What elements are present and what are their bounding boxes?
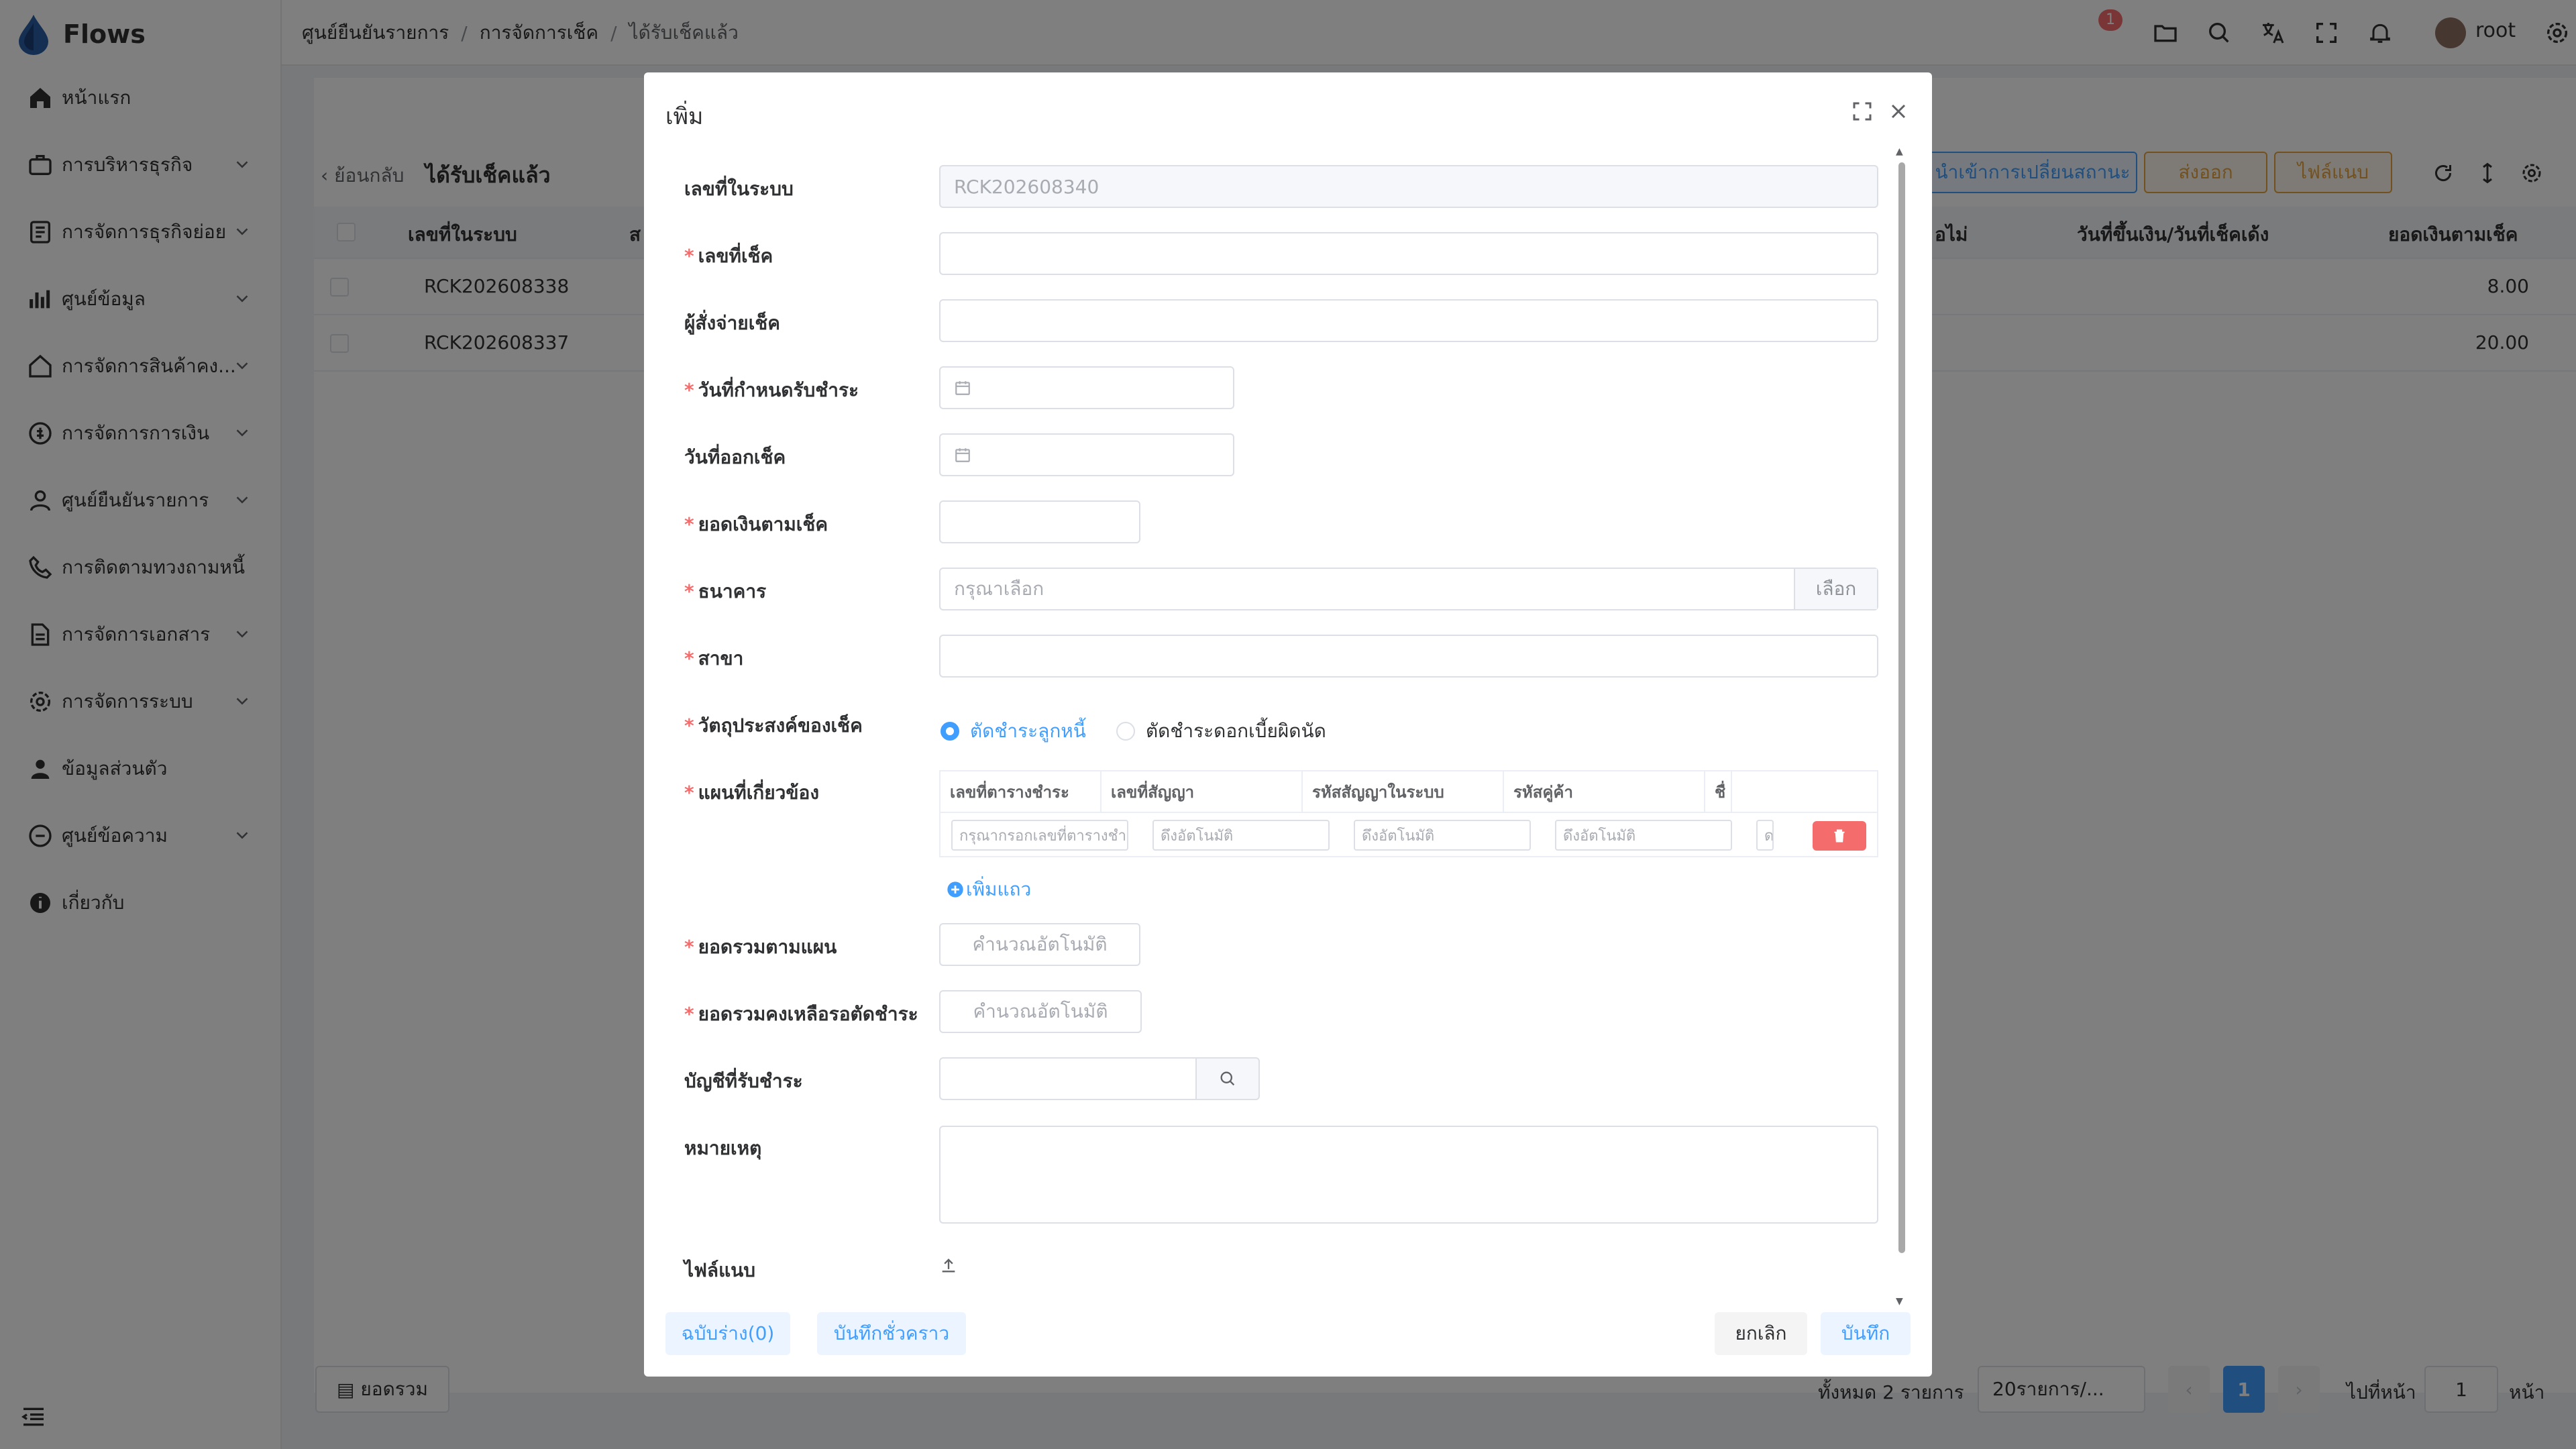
plans-system-contract-input[interactable]: ดึงอัตโนมัติ xyxy=(1354,820,1531,851)
plans-schedule-input[interactable]: กรุณากรอกเลขที่ตารางชำ xyxy=(951,820,1128,851)
label-plans: * แผนที่เกี่ยวข้อง xyxy=(684,782,819,804)
maximize-icon[interactable] xyxy=(1850,99,1874,123)
bank-placeholder: กรุณาเลือก xyxy=(954,578,1044,600)
due-date-picker[interactable] xyxy=(939,366,1234,409)
issue-date-picker[interactable] xyxy=(939,433,1234,476)
label-payer: ผู้สั่งจ่ายเช็ค xyxy=(684,312,781,334)
trash-icon xyxy=(1834,829,1845,843)
dialog-scrollbar-thumb[interactable] xyxy=(1898,162,1905,1253)
remaining-total-field: คำนวณอัตโนมัติ xyxy=(939,990,1142,1033)
label-plan-total: * ยอดรวมตามแผน xyxy=(684,936,837,958)
account-search-button[interactable] xyxy=(1195,1057,1260,1100)
label-purpose: * วัตถุประสงค์ของเช็ค xyxy=(684,714,863,737)
label-amount: * ยอดเงินตามเช็ค xyxy=(684,513,828,535)
save-button[interactable]: บันทึก xyxy=(1821,1312,1911,1355)
cancel-button[interactable]: ยกเลิก xyxy=(1715,1312,1807,1355)
label-remaining-total: * ยอดรวมคงเหลือรอตัดชำระ xyxy=(684,1003,918,1025)
bank-choose-button[interactable]: เลือก xyxy=(1794,569,1877,609)
delete-row-button[interactable] xyxy=(1813,821,1866,851)
plans-col-system-contract: รหัสสัญญาในระบบ xyxy=(1303,771,1504,812)
add-row-button[interactable]: เพิ่มแถว xyxy=(946,875,1031,904)
scroll-down-arrow[interactable]: ▼ xyxy=(1896,1296,1903,1307)
scroll-up-arrow[interactable]: ▲ xyxy=(1896,146,1903,157)
purpose-radio-debtor[interactable]: ตัดชำระลูกหนี้ xyxy=(941,716,1086,746)
calendar-icon xyxy=(955,381,970,395)
label-account: บัญชีที่รับชำระ xyxy=(684,1070,803,1092)
system-no-field[interactable]: RCK202608340 xyxy=(939,165,1878,208)
account-field[interactable] xyxy=(939,1057,1197,1100)
plus-circle-icon xyxy=(947,881,963,898)
calendar-icon xyxy=(955,448,970,462)
label-note: หมายเหตุ xyxy=(684,1137,762,1159)
label-system-no: เลขที่ในระบบ xyxy=(684,178,794,200)
search-icon xyxy=(1220,1071,1235,1086)
plans-col-name: ชื่ xyxy=(1705,771,1732,812)
label-due-date: * วันที่กำหนดรับชำระ xyxy=(684,379,859,401)
branch-field[interactable] xyxy=(939,635,1878,678)
cheque-no-field[interactable] xyxy=(939,232,1878,275)
add-cheque-dialog: เพิ่ม เลขที่ในระบบ RCK202608340 * เลขที่เ… xyxy=(644,72,1932,1377)
plans-table: เลขที่ตารางชำระ เลขที่สัญญา รหัสสัญญาในร… xyxy=(939,770,1878,857)
plan-total-field: คำนวณอัตโนมัติ xyxy=(939,923,1140,966)
note-textarea[interactable] xyxy=(939,1126,1878,1224)
temp-save-button[interactable]: บันทึกชั่วคราว xyxy=(817,1312,966,1355)
plans-col-partner-code: รหัสคู่ค้า xyxy=(1504,771,1705,812)
plans-col-schedule-no: เลขที่ตารางชำระ xyxy=(941,771,1102,812)
payer-field[interactable] xyxy=(939,299,1878,342)
label-attachment: ไฟล์แนบ xyxy=(684,1259,756,1281)
plans-contract-input[interactable]: ดึงอัตโนมัติ xyxy=(1152,820,1330,851)
plans-name-input[interactable]: ด xyxy=(1756,820,1774,851)
label-bank: * ธนาคาร xyxy=(684,580,767,602)
label-issue-date: วันที่ออกเช็ค xyxy=(684,446,786,468)
close-icon[interactable] xyxy=(1886,99,1911,123)
plans-col-contract-no: เลขที่สัญญา xyxy=(1102,771,1303,812)
plans-partner-input[interactable]: ดึงอัตโนมัติ xyxy=(1555,820,1732,851)
label-branch: * สาขา xyxy=(684,647,744,669)
draft-button[interactable]: ฉบับร่าง(0) xyxy=(665,1312,790,1355)
bank-select[interactable]: กรุณาเลือก เลือก xyxy=(939,568,1878,610)
upload-icon[interactable] xyxy=(939,1256,958,1275)
purpose-radio-late-interest[interactable]: ตัดชำระดอกเบี้ยผิดนัด xyxy=(1116,716,1326,746)
dialog-title: เพิ่ม xyxy=(665,103,704,130)
label-cheque-no: * เลขที่เช็ค xyxy=(684,245,773,267)
amount-field[interactable] xyxy=(939,500,1140,543)
